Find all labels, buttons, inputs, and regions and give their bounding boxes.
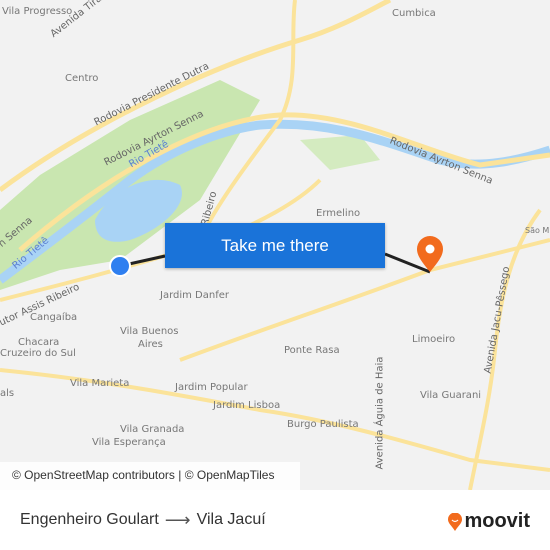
route-summary: Engenheiro Goulart ⟶ Vila Jacuí xyxy=(20,510,266,531)
map-label: Chacara xyxy=(18,337,60,348)
map-label: Vila Progresso xyxy=(2,6,73,17)
destination-name: Vila Jacuí xyxy=(196,511,266,528)
map-label: Centro xyxy=(65,73,99,84)
map-label: Vila Granada xyxy=(120,424,185,435)
map-label: Burgo Paulista xyxy=(287,419,359,430)
map-label: São M xyxy=(525,226,550,235)
moovit-pin-icon xyxy=(448,512,463,531)
map-label: Jardim Danfer xyxy=(160,290,230,301)
moovit-logo: moovit xyxy=(448,510,530,533)
origin-marker xyxy=(109,255,131,277)
footer: Engenheiro Goulart ⟶ Vila Jacuí moovit xyxy=(0,490,550,550)
map-label: Vila Buenos xyxy=(120,326,179,337)
map-label: Ponte Rasa xyxy=(284,345,340,356)
map-label: Vila Esperança xyxy=(92,437,166,448)
map-label: Jardim Popular xyxy=(175,382,248,393)
map-attribution[interactable]: © OpenStreetMap contributors | © OpenMap… xyxy=(0,462,300,490)
map-label: Avenida Águia de Haia xyxy=(374,356,386,470)
map-label: Vila Guarani xyxy=(420,390,482,401)
map-label: Cruzeiro do Sul xyxy=(0,348,76,359)
map-label: Cangaíba xyxy=(30,312,78,323)
map-label: Aires xyxy=(138,339,163,350)
map-label: Limoeiro xyxy=(412,334,456,345)
map-label: Cumbica xyxy=(392,8,436,19)
map-label: als xyxy=(0,388,15,399)
map-label: Vila Marieta xyxy=(70,378,130,389)
map-label: Jardim Lisboa xyxy=(213,400,281,411)
brand-name: moovit xyxy=(464,510,530,532)
take-me-there-button[interactable]: Take me there xyxy=(165,223,385,268)
map[interactable]: Vila Progresso Avenida Tiradentes Centro… xyxy=(0,0,550,490)
arrow-right-icon: ⟶ xyxy=(164,509,191,530)
origin-name: Engenheiro Goulart xyxy=(20,511,159,528)
map-label: Ermelino xyxy=(316,208,361,219)
